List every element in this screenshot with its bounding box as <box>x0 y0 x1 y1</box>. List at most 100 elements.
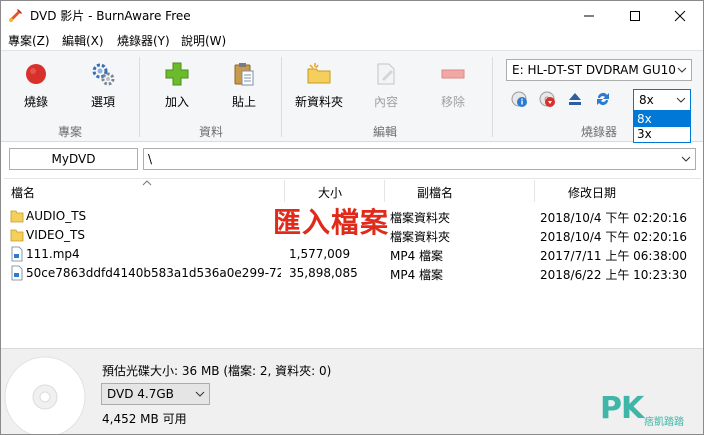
maximize-icon <box>630 11 640 21</box>
file-type: MP4 檔案 <box>390 268 444 282</box>
disc-type-select[interactable]: DVD 4.7GB <box>101 383 210 405</box>
disc-type-value: DVD 4.7GB <box>107 387 174 401</box>
erase-disc-icon[interactable] <box>538 90 556 108</box>
file-type: 檔案資料夾 <box>390 230 451 244</box>
table-row[interactable]: 111.mp4 1,577,009 MP4 檔案 2017/7/11 上午 06… <box>4 245 701 264</box>
file-date: 2018/10/4 下午 02:20:16 <box>540 211 688 225</box>
column-header-type[interactable]: 副檔名 <box>417 184 453 201</box>
properties-button[interactable]: 內容 <box>362 59 410 113</box>
new-folder-icon <box>307 63 331 84</box>
menu-help[interactable]: 說明(W) <box>181 32 226 49</box>
speed-dropdown-list: 8x 3x <box>633 111 691 143</box>
new-folder-label: 新資料夾 <box>294 95 343 109</box>
file-name: VIDEO_TS <box>26 228 85 242</box>
chevron-down-icon <box>677 67 687 73</box>
remove-label: 移除 <box>440 95 465 109</box>
watermark-logo: PK 痞凱踏踏 <box>600 391 690 431</box>
column-header-modified[interactable]: 修改日期 <box>568 184 616 201</box>
speed-value: 8x <box>639 93 654 107</box>
close-button[interactable] <box>657 1 703 29</box>
options-button[interactable]: 選項 <box>79 59 127 113</box>
gears-icon <box>92 63 115 86</box>
disc-info-icon[interactable] <box>510 90 528 108</box>
close-icon <box>674 10 686 22</box>
watermark-brand: PK <box>600 391 644 426</box>
estimated-size-text: 預估光碟大小: 36 MB (檔案: 2, 資料夾: 0) <box>102 364 332 378</box>
disc-name-input[interactable]: MyDVD <box>9 148 138 170</box>
group-label-project: 專案 <box>57 125 82 139</box>
minimize-button[interactable] <box>566 1 612 29</box>
group-label-data: 資料 <box>198 125 223 139</box>
chevron-down-icon <box>681 156 691 162</box>
sort-ascending-icon <box>142 180 152 186</box>
column-divider <box>534 180 535 202</box>
file-type: 檔案資料夾 <box>390 211 451 225</box>
folder-icon <box>10 229 24 242</box>
options-label: 選項 <box>90 95 115 109</box>
available-space-text: 4,452 MB 可用 <box>102 412 187 426</box>
burn-button[interactable]: 燒錄 <box>12 59 60 113</box>
group-divider <box>139 57 140 137</box>
minimize-icon <box>584 15 594 17</box>
watermark-subtitle: 痞凱踏踏 <box>644 417 684 428</box>
record-icon <box>26 64 46 84</box>
folder-icon <box>10 210 24 223</box>
disc-icon <box>4 356 86 434</box>
menu-project[interactable]: 專案(Z) <box>8 32 50 49</box>
add-label: 加入 <box>164 95 189 109</box>
menu-burner[interactable]: 燒錄器(Y) <box>117 32 170 49</box>
window-title: DVD 影片 - BurnAware Free <box>30 9 191 23</box>
file-icon <box>11 246 23 262</box>
group-divider <box>281 57 282 137</box>
burn-label: 燒錄 <box>23 95 48 109</box>
menu-edit[interactable]: 編輯(X) <box>62 32 104 49</box>
maximize-button[interactable] <box>612 1 658 29</box>
app-logo-icon <box>9 9 22 22</box>
refresh-icon[interactable] <box>594 90 612 108</box>
import-files-caption: 匯入檔案 <box>273 206 390 239</box>
file-date: 2017/7/11 上午 06:38:00 <box>540 249 688 263</box>
file-name: AUDIO_TS <box>26 209 87 223</box>
new-folder-button[interactable]: 新資料夾 <box>291 59 347 113</box>
speed-option[interactable]: 3x <box>634 127 690 142</box>
column-header-size[interactable]: 大小 <box>318 184 342 201</box>
file-name: 50ce7863ddfd4140b583a1d536a0e299-72... <box>26 266 281 280</box>
title-bar: DVD 影片 - BurnAware Free <box>1 1 703 29</box>
column-header-name[interactable]: 檔名 <box>11 184 35 201</box>
remove-button[interactable]: 移除 <box>429 59 477 113</box>
app-window: DVD 影片 - BurnAware Free 專案(Z) 編輯(X) 燒錄器(… <box>0 0 704 435</box>
file-size: 1,577,009 <box>289 247 351 261</box>
group-label-edit: 編輯 <box>372 125 397 139</box>
file-type: MP4 檔案 <box>390 249 444 263</box>
speed-select[interactable]: 8x <box>633 89 691 111</box>
document-edit-icon <box>377 63 395 85</box>
chevron-down-icon <box>676 97 686 103</box>
toolbar-ribbon: 燒錄 選項 加入 貼上 新資料夾 內容 移除 E: HL-DT-ST DVDRA… <box>1 50 703 142</box>
file-date: 2018/10/4 下午 02:20:16 <box>540 230 688 244</box>
path-value: \ <box>148 152 153 166</box>
speed-option[interactable]: 8x <box>634 112 690 127</box>
file-date: 2018/6/22 上午 10:23:30 <box>540 268 688 282</box>
path-combobox[interactable]: \ <box>143 148 696 170</box>
add-button[interactable]: 加入 <box>153 59 201 113</box>
file-name: 111.mp4 <box>26 247 80 261</box>
plus-icon <box>165 62 189 86</box>
group-label-burner: 燒錄器 <box>580 125 617 139</box>
eject-icon[interactable] <box>566 90 584 108</box>
drive-value: E: HL-DT-ST DVDRAM GU10 <box>512 63 676 77</box>
file-icon <box>11 265 23 281</box>
group-divider <box>492 57 493 137</box>
paste-button[interactable]: 貼上 <box>220 59 268 113</box>
chevron-down-icon <box>195 391 205 397</box>
column-divider <box>384 180 385 202</box>
minus-icon <box>441 69 465 79</box>
properties-label: 內容 <box>373 95 398 109</box>
menu-bar: 專案(Z) 編輯(X) 燒錄器(Y) 說明(W) <box>1 29 703 49</box>
status-panel: 預估光碟大小: 36 MB (檔案: 2, 資料夾: 0) DVD 4.7GB … <box>1 348 703 434</box>
column-divider <box>284 180 285 202</box>
paste-label: 貼上 <box>231 95 256 109</box>
clipboard-icon <box>234 63 254 86</box>
table-row[interactable]: 50ce7863ddfd4140b583a1d536a0e299-72... 3… <box>4 264 701 283</box>
drive-select[interactable]: E: HL-DT-ST DVDRAM GU10 <box>506 59 692 81</box>
file-size: 35,898,085 <box>289 266 358 280</box>
